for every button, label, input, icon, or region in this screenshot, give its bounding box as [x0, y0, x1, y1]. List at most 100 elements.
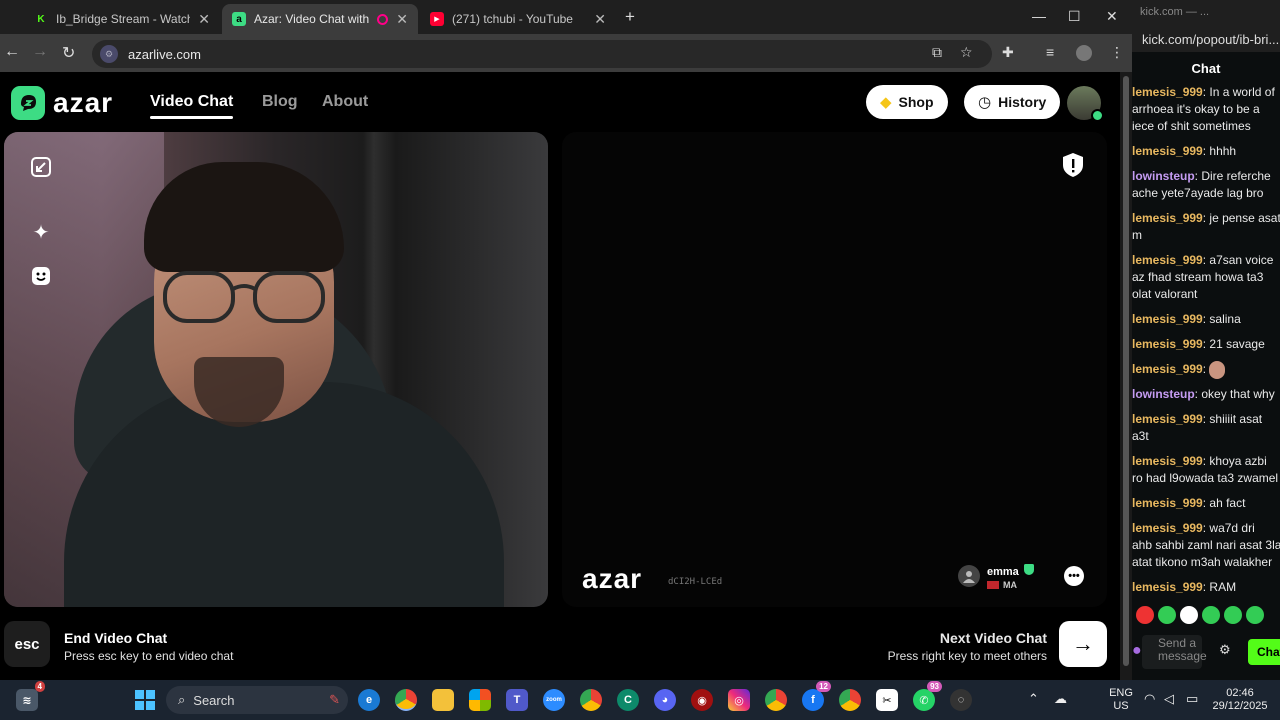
tray-app-icon[interactable]: ☁	[1054, 692, 1067, 705]
shop-button[interactable]: ◆ Shop	[866, 85, 948, 119]
send-chat-button[interactable]: Chat	[1248, 639, 1280, 665]
chat-username[interactable]: lemesis_999	[1132, 521, 1203, 535]
tab-kick[interactable]: K Ib_Bridge Stream - Watch Live ✕	[24, 4, 220, 34]
zoom-icon[interactable]: zoom	[543, 689, 565, 711]
chat-colon: :	[1202, 362, 1210, 377]
tab-youtube[interactable]: ▶ (271) tchubi - YouTube ✕	[420, 4, 616, 34]
mic-icon[interactable]: ●	[1132, 642, 1142, 660]
maximize-icon[interactable]: ☐	[1068, 8, 1081, 25]
capcut-icon[interactable]: ✂	[876, 689, 898, 711]
chrome-app-icon[interactable]	[765, 689, 787, 711]
emote-icon[interactable]	[1136, 606, 1154, 624]
app-circle-icon[interactable]: C	[617, 689, 639, 711]
chat-username[interactable]: lowinsteup	[1132, 169, 1195, 183]
chat-username[interactable]: lemesis_999	[1132, 211, 1203, 225]
minimize-view-icon[interactable]	[28, 154, 54, 180]
emote-icon[interactable]	[1202, 606, 1220, 624]
chat-username[interactable]: lemesis_999	[1132, 362, 1203, 376]
clock[interactable]: 02:46 29/12/2025	[1208, 687, 1272, 713]
instagram-icon[interactable]: ◎	[728, 689, 750, 711]
site-info-icon[interactable]: ⚙	[100, 45, 118, 63]
report-shield-icon[interactable]	[1061, 152, 1085, 178]
back-icon[interactable]: ←	[4, 43, 20, 61]
azar-logo[interactable]: azar	[11, 86, 113, 120]
new-tab-button[interactable]: +	[625, 7, 635, 27]
emote-icon[interactable]	[1246, 606, 1264, 624]
game-app-icon[interactable]: ◉	[691, 689, 713, 711]
emote-icon[interactable]	[1158, 606, 1176, 624]
battery-icon[interactable]: ▭	[1186, 692, 1198, 705]
settings-gear-icon[interactable]: ⚙	[1219, 642, 1231, 658]
chat-message-line: lowinsteup: Dire referche	[1132, 168, 1280, 184]
chrome-profile-icon[interactable]	[580, 689, 602, 711]
scrollbar-thumb[interactable]	[1123, 76, 1129, 666]
next-chat-button[interactable]: →	[1059, 621, 1107, 667]
discord-icon[interactable]: ◕	[654, 689, 676, 711]
nav-video-chat[interactable]: Video Chat	[150, 93, 234, 119]
user-avatar[interactable]	[1067, 86, 1104, 122]
chat-bubble-icon[interactable]: •••	[1064, 566, 1084, 586]
close-tab-icon[interactable]: ✕	[198, 11, 210, 28]
emote-icon[interactable]	[1224, 606, 1242, 624]
reload-icon[interactable]: ↻	[62, 43, 75, 63]
remote-video-view: azar dCI2H-LCEd emma MA •••	[562, 132, 1107, 607]
file-explorer-icon[interactable]	[432, 689, 454, 711]
close-tab-icon[interactable]: ✕	[594, 11, 606, 28]
peer-info[interactable]: emma MA	[958, 562, 1034, 590]
chrome-icon[interactable]	[395, 689, 417, 711]
menu-icon[interactable]: ⋮	[1110, 44, 1124, 61]
widgets-icon[interactable]: 4 ≋	[16, 681, 45, 711]
face-filter-icon[interactable]	[28, 263, 54, 289]
chat-username[interactable]: lemesis_999	[1132, 85, 1203, 99]
close-window-icon[interactable]: ✕	[1106, 8, 1118, 25]
nav-about[interactable]: About	[322, 93, 368, 111]
taskbar-search[interactable]: ⌕ Search ✎	[166, 686, 348, 714]
chat-username[interactable]: lemesis_999	[1132, 454, 1203, 468]
chat-username[interactable]: lemesis_999	[1132, 337, 1203, 351]
chat-username[interactable]: lemesis_999	[1132, 580, 1203, 594]
chat-username[interactable]: lemesis_999	[1132, 496, 1203, 510]
store-icon[interactable]	[469, 689, 491, 711]
azar-wordmark: azar	[53, 87, 114, 118]
end-chat-button[interactable]: esc	[4, 621, 50, 667]
bookmark-star-icon[interactable]: ☆	[960, 44, 973, 61]
search-label: Search	[193, 692, 235, 708]
chat-username[interactable]: lemesis_999	[1132, 253, 1203, 267]
wifi-icon[interactable]: ◠	[1144, 692, 1155, 705]
tray-expand-icon[interactable]: ⌃	[1028, 692, 1039, 705]
extensions-icon[interactable]: ✚	[1002, 44, 1014, 61]
address-bar[interactable]: ⚙ azarlive.com	[92, 40, 992, 68]
teams-icon[interactable]: T	[506, 689, 528, 711]
page-scrollbar[interactable]	[1120, 72, 1132, 680]
edge-icon[interactable]: e	[358, 689, 380, 711]
volume-icon[interactable]: ◁	[1164, 692, 1174, 705]
install-app-icon[interactable]: ⧉	[932, 44, 942, 61]
chat-input[interactable]: Send a message	[1142, 635, 1207, 669]
close-tab-icon[interactable]: ✕	[396, 11, 408, 28]
chat-text: salina	[1209, 312, 1241, 326]
start-windows-icon[interactable]	[134, 689, 156, 711]
chrome-app-2-icon[interactable]	[839, 689, 861, 711]
chat-username[interactable]: lemesis_999	[1132, 312, 1203, 326]
chat-username[interactable]: lowinsteup	[1132, 387, 1195, 401]
emote-bar[interactable]	[1132, 606, 1280, 628]
emote-icon[interactable]	[1180, 606, 1198, 624]
profile-icon[interactable]	[1076, 45, 1092, 61]
facebook-icon[interactable]: 12 f	[802, 681, 831, 711]
chat-text: ah fact	[1209, 496, 1246, 510]
nav-blog[interactable]: Blog	[262, 93, 298, 111]
media-control-icon[interactable]: ≡	[1046, 44, 1054, 60]
emote-face-icon	[1209, 361, 1226, 379]
chat-username[interactable]: lemesis_999	[1132, 144, 1203, 158]
search-icon: ⌕	[178, 692, 186, 707]
language-indicator[interactable]: ENG US	[1108, 687, 1134, 713]
recorder-icon[interactable]: ◌	[950, 689, 972, 711]
chat-username[interactable]: lemesis_999	[1132, 412, 1203, 426]
forward-icon[interactable]: →	[32, 43, 48, 61]
history-button[interactable]: ◷ History	[964, 85, 1061, 119]
tab-azar[interactable]: a Azar: Video Chat with New ✕	[222, 4, 418, 34]
chat-text: je pense asat	[1209, 211, 1280, 225]
minimize-icon[interactable]: —	[1032, 8, 1046, 24]
whatsapp-icon[interactable]: 93 ✆	[913, 681, 942, 711]
effects-sparkle-icon[interactable]: ✦	[28, 219, 54, 245]
